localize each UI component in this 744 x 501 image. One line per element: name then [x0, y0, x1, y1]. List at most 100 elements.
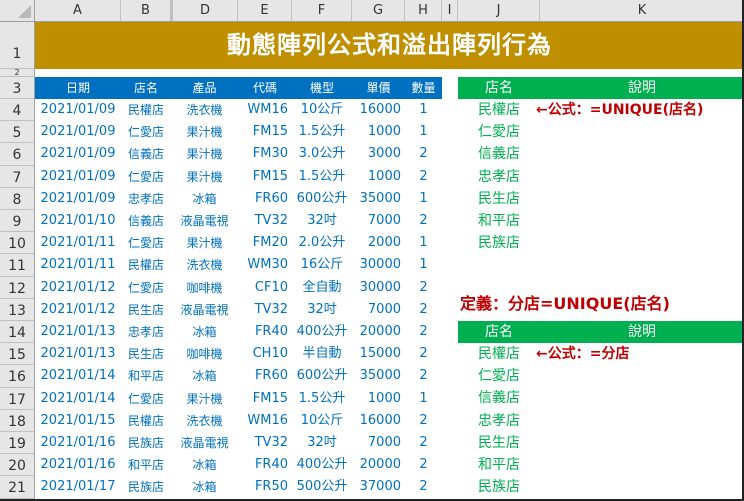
cell-code[interactable]: FM30 [238, 143, 292, 165]
cell-date[interactable]: 2021/01/09 [35, 121, 121, 143]
cell-store[interactable]: 民生店 [121, 299, 171, 321]
cell-model[interactable]: 1.5公升 [292, 166, 352, 188]
cell-model[interactable]: 半自動 [292, 343, 352, 365]
cell-model[interactable]: 2.0公升 [292, 232, 352, 254]
cell-product[interactable]: 果汁機 [171, 166, 238, 188]
cell-price[interactable]: 2000 [352, 232, 405, 254]
cell-store[interactable]: 民權店 [121, 410, 171, 432]
cell-date[interactable]: 2021/01/11 [35, 254, 121, 276]
cell-price[interactable]: 1000 [352, 166, 405, 188]
cell-date[interactable]: 2021/01/09 [35, 143, 121, 165]
cell-code[interactable]: FR40 [238, 454, 292, 476]
cell-code[interactable]: CF10 [238, 277, 292, 299]
cell-product[interactable]: 液晶電視 [171, 432, 238, 454]
cell-code[interactable]: TV32 [238, 432, 292, 454]
cell-code[interactable]: FM15 [238, 166, 292, 188]
cell-date[interactable]: 2021/01/14 [35, 365, 121, 387]
cell-qty[interactable]: 1 [405, 188, 442, 210]
cell-qty[interactable]: 1 [405, 232, 442, 254]
row-header-18[interactable]: 18 [0, 409, 35, 432]
cell-qty[interactable]: 2 [405, 476, 442, 498]
cell-code[interactable]: TV32 [238, 299, 292, 321]
cell-store[interactable]: 民族店 [121, 476, 171, 498]
cell-qty[interactable]: 2 [405, 454, 442, 476]
row-header-5[interactable]: 5 [0, 121, 35, 144]
cell-date[interactable]: 2021/01/12 [35, 277, 121, 299]
cell-store[interactable]: 信義店 [121, 210, 171, 232]
cell-product[interactable]: 液晶電視 [171, 299, 238, 321]
spill-store-cell[interactable]: 民權店 [458, 99, 540, 121]
spill-store-cell[interactable]: 忠孝店 [458, 410, 540, 432]
cell-qty[interactable]: 2 [405, 365, 442, 387]
cell-model[interactable]: 32吋 [292, 299, 352, 321]
row-header-17[interactable]: 17 [0, 387, 35, 410]
cell-store[interactable]: 民權店 [121, 254, 171, 276]
cell-price[interactable]: 20000 [352, 454, 405, 476]
cell-model[interactable]: 500公升 [292, 476, 352, 498]
cell-model[interactable]: 600公升 [292, 188, 352, 210]
spill-store-cell[interactable]: 民族店 [458, 476, 540, 498]
spill-store-cell[interactable]: 民族店 [458, 232, 540, 254]
row-header-13[interactable]: 13 [0, 298, 35, 321]
cell-model[interactable]: 3.0公升 [292, 143, 352, 165]
cell-code[interactable]: FR60 [238, 188, 292, 210]
cell-price[interactable]: 16000 [352, 410, 405, 432]
column-header-a[interactable]: A [35, 0, 121, 21]
cell-model[interactable]: 32吋 [292, 210, 352, 232]
column-header-h[interactable]: H [405, 0, 442, 21]
cell-code[interactable]: WM16 [238, 99, 292, 121]
cell-price[interactable]: 7000 [352, 432, 405, 454]
cell-qty[interactable]: 2 [405, 277, 442, 299]
cell-code[interactable]: FM20 [238, 232, 292, 254]
cell-date[interactable]: 2021/01/16 [35, 432, 121, 454]
cell-price[interactable]: 7000 [352, 299, 405, 321]
cell-model[interactable]: 10公斤 [292, 410, 352, 432]
cell-model[interactable]: 1.5公升 [292, 388, 352, 410]
cell-product[interactable]: 冰箱 [171, 365, 238, 387]
cell-qty[interactable]: 2 [405, 321, 442, 343]
cell-product[interactable]: 液晶電視 [171, 210, 238, 232]
cell-store[interactable]: 和平店 [121, 454, 171, 476]
cell-price[interactable]: 20000 [352, 321, 405, 343]
cell-store[interactable]: 民權店 [121, 99, 171, 121]
row-header-12[interactable]: 12 [0, 276, 35, 299]
row-header-16[interactable]: 16 [0, 365, 35, 388]
cell-model[interactable]: 600公升 [292, 365, 352, 387]
cell-price[interactable]: 30000 [352, 277, 405, 299]
cell-date[interactable]: 2021/01/09 [35, 99, 121, 121]
cell-code[interactable]: FR60 [238, 365, 292, 387]
cell-date[interactable]: 2021/01/15 [35, 410, 121, 432]
cell-product[interactable]: 冰箱 [171, 454, 238, 476]
cell-code[interactable]: WM16 [238, 410, 292, 432]
cell-price[interactable]: 7000 [352, 210, 405, 232]
cell-product[interactable]: 果汁機 [171, 143, 238, 165]
cell-product[interactable]: 果汁機 [171, 232, 238, 254]
cell-model[interactable]: 16公斤 [292, 254, 352, 276]
row-header-2[interactable]: 2 [0, 69, 35, 77]
cell-price[interactable]: 35000 [352, 365, 405, 387]
cell-code[interactable]: TV32 [238, 210, 292, 232]
spill-store-cell[interactable]: 信義店 [458, 387, 540, 409]
row-header-1[interactable]: 1 [0, 22, 35, 69]
cell-price[interactable]: 3000 [352, 143, 405, 165]
cell-model[interactable]: 10公斤 [292, 99, 352, 121]
cell-store[interactable]: 仁愛店 [121, 166, 171, 188]
cell-date[interactable]: 2021/01/12 [35, 299, 121, 321]
cell-model[interactable]: 全自動 [292, 277, 352, 299]
spill-store-cell[interactable]: 仁愛店 [458, 365, 540, 387]
column-header-b[interactable]: B [121, 0, 171, 21]
column-header-f[interactable]: F [292, 0, 352, 21]
cell-date[interactable]: 2021/01/16 [35, 454, 121, 476]
cell-code[interactable]: FR40 [238, 321, 292, 343]
cell-qty[interactable]: 2 [405, 210, 442, 232]
cell-qty[interactable]: 2 [405, 432, 442, 454]
cell-qty[interactable]: 2 [405, 343, 442, 365]
cell-model[interactable]: 400公升 [292, 321, 352, 343]
row-header-21[interactable]: 21 [0, 476, 35, 499]
column-header-d[interactable]: D [171, 0, 238, 21]
cell-price[interactable]: 30000 [352, 254, 405, 276]
spill-store-cell[interactable]: 民權店 [458, 343, 540, 365]
row-header-9[interactable]: 9 [0, 210, 35, 233]
cell-price[interactable]: 15000 [352, 343, 405, 365]
cell-price[interactable]: 35000 [352, 188, 405, 210]
